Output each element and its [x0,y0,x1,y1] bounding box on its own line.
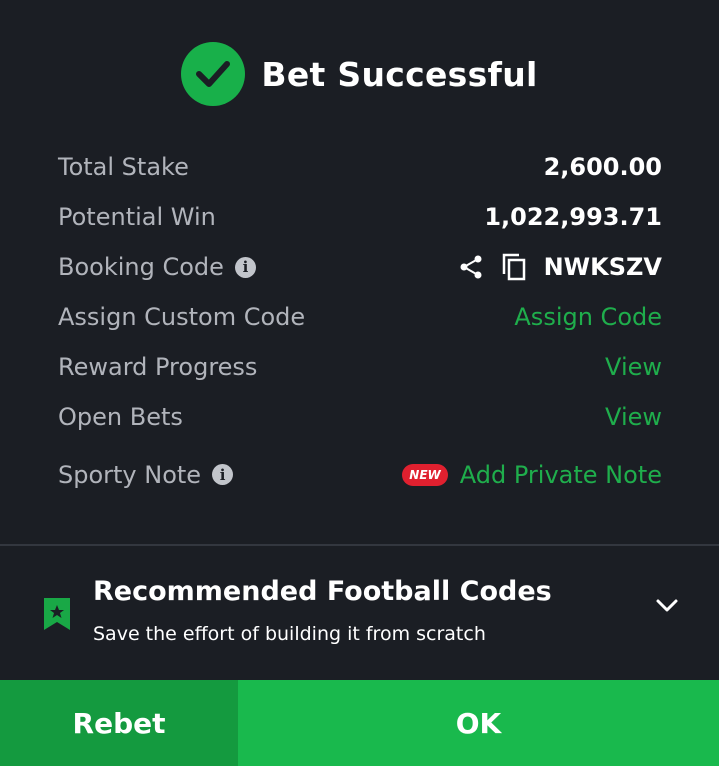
divider [0,544,719,546]
reward-progress-label: Reward Progress [58,353,258,381]
sporty-note-label: Sporty Note [58,460,202,489]
check-circle-icon [181,42,246,106]
sporty-note-label-group: Sporty Note i [58,460,234,489]
reward-progress-view-link[interactable]: View [605,353,662,381]
potential-win-value: 1,022,993.71 [484,203,662,231]
booking-code-group: NWKSZV [458,253,662,281]
open-bets-label: Open Bets [58,403,183,431]
chevron-down-icon[interactable] [655,598,679,618]
info-icon[interactable]: i [212,464,234,485]
recommended-title: Recommended Football Codes [93,576,552,607]
booking-code-value: NWKSZV [543,253,662,281]
assign-code-link[interactable]: Assign Code [514,303,662,331]
open-bets-row: Open Bets View [58,392,662,442]
copy-icon[interactable] [502,253,526,281]
reward-progress-row: Reward Progress View [58,342,662,392]
new-badge: NEW [402,463,448,486]
recommended-subtitle: Save the effort of building it from scra… [93,623,486,645]
rebet-button[interactable]: Rebet [0,680,238,766]
action-buttons: Rebet OK [0,680,719,766]
booking-code-label: Booking Code [58,253,224,281]
page-title: Bet Successful [261,54,538,94]
booking-code-label-group: Booking Code i [58,253,256,281]
bet-summary: Total Stake 2,600.00 Potential Win 1,022… [58,142,662,507]
recommended-codes-section[interactable]: Recommended Football Codes Save the effo… [0,568,719,668]
total-stake-row: Total Stake 2,600.00 [58,142,662,192]
ok-button[interactable]: OK [238,680,719,766]
open-bets-view-link[interactable]: View [605,403,662,431]
booking-code-row: Booking Code i NWKSZV [58,242,662,292]
sporty-note-group: NEW Add Private Note [402,461,662,489]
bookmark-star-icon [42,596,72,636]
potential-win-label: Potential Win [58,203,216,231]
sporty-note-row: Sporty Note i NEW Add Private Note [58,442,662,507]
assign-custom-code-label: Assign Custom Code [58,303,306,331]
info-icon[interactable]: i [234,256,256,278]
potential-win-row: Potential Win 1,022,993.71 [58,192,662,242]
share-icon[interactable] [458,254,484,280]
assign-custom-code-row: Assign Custom Code Assign Code [58,292,662,342]
total-stake-value: 2,600.00 [543,153,662,181]
add-private-note-link[interactable]: Add Private Note [460,461,662,489]
success-header: Bet Successful [0,42,719,106]
total-stake-label: Total Stake [58,153,189,181]
